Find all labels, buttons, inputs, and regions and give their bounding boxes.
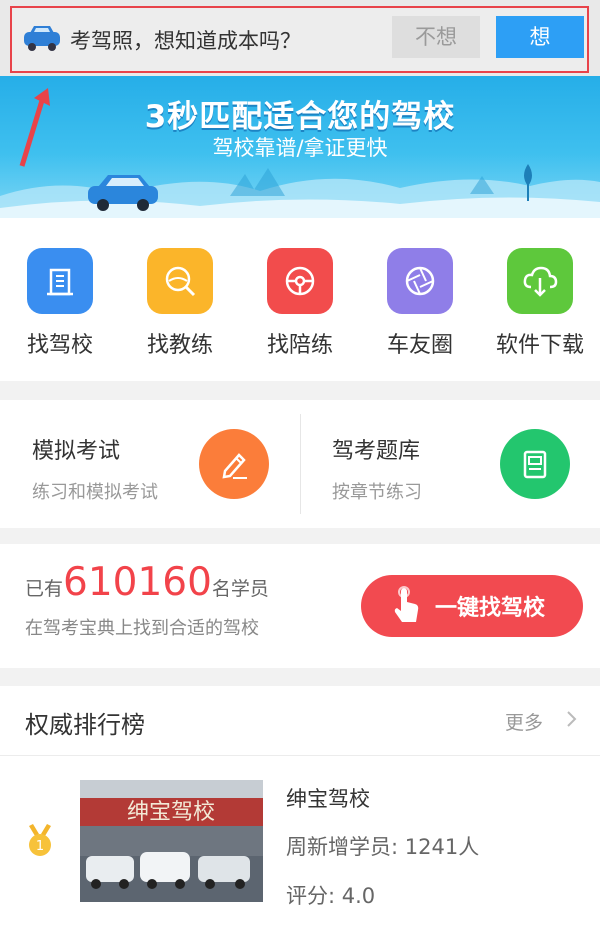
find-school-button[interactable]: 一键找驾校 [361, 575, 583, 637]
gold-medal-icon: 1 [29, 824, 51, 856]
ranking-title: 权威排行榜 [25, 711, 145, 739]
building-icon [27, 248, 93, 314]
students-section: 已有610160名学员 在驾考宝典上找到合适的驾校 一键找驾校 [0, 544, 600, 668]
school-photo: 绅宝驾校 [80, 780, 263, 902]
student-count: 610160 [63, 560, 212, 605]
count-suffix: 名学员 [211, 578, 269, 600]
promo-banner[interactable]: 3秒匹配适合您的驾校 驾校靠谱/拿证更快 [0, 76, 600, 218]
cost-prompt: 考驾照，想知道成本吗？ 不想 想 [10, 6, 589, 73]
more-link[interactable]: 更多 [505, 708, 543, 735]
tap-hand-icon [394, 586, 419, 622]
cloud-download-icon [507, 248, 573, 314]
banner-subtitle: 驾校靠谱/拿证更快 [212, 136, 388, 160]
prompt-text: 考驾照，想知道成本吗？ [70, 29, 301, 53]
nav-car-friends[interactable]: 车友圈 [360, 248, 480, 359]
practice-section: 模拟考试 练习和模拟考试 驾考题库 按章节练习 [0, 400, 600, 528]
pencil-icon [199, 429, 269, 499]
school-score: 评分: 4.0 [286, 884, 376, 908]
mock-exam-desc: 练习和模拟考试 [32, 482, 158, 503]
count-prefix: 已有 [25, 578, 64, 600]
student-count-line: 已有610160名学员 [25, 560, 269, 605]
question-bank-card[interactable]: 驾考题库 按章节练习 [300, 400, 600, 528]
nav-find-coach[interactable]: 找教练 [120, 248, 240, 359]
car-icon [24, 26, 60, 51]
nav-label: 软件下载 [495, 333, 584, 358]
nav-find-school[interactable]: 找驾校 [0, 248, 120, 359]
mock-exam-title: 模拟考试 [32, 439, 121, 464]
school-sign-text: 绅宝驾校 [127, 800, 215, 825]
find-school-label: 一键找驾校 [435, 596, 546, 621]
nav-download[interactable]: 软件下载 [480, 248, 600, 359]
nav-label: 车友圈 [386, 333, 453, 358]
nav-label: 找驾校 [26, 333, 93, 358]
page: 考驾照，想知道成本吗？ 不想 想 3秒匹配适合您的驾校 驾校靠谱/拿证更快 找驾… [0, 0, 600, 925]
yes-button[interactable]: 想 [496, 16, 584, 58]
nav-label: 找陪练 [266, 333, 333, 358]
chevron-right-icon[interactable] [565, 710, 579, 728]
question-bank-desc: 按章节练习 [332, 482, 422, 503]
student-sub: 在驾考宝典上找到合适的驾校 [25, 618, 259, 639]
mock-exam-card[interactable]: 模拟考试 练习和模拟考试 [0, 400, 300, 528]
ranking-header: 权威排行榜 更多 [0, 686, 600, 756]
nav-find-trainer[interactable]: 找陪练 [240, 248, 360, 359]
steering-search-icon [147, 248, 213, 314]
banner-title: 3秒匹配适合您的驾校 [144, 99, 456, 135]
nav-label: 找教练 [146, 333, 213, 358]
quick-nav: 找驾校 找教练 找陪练 车友圈 软件下载 [0, 218, 600, 381]
school-name: 绅宝驾校 [286, 787, 370, 811]
ranking-section: 权威排行榜 更多 1 绅宝驾校 绅宝驾校 周新增学员: 1241人 评分: 4.… [0, 686, 600, 925]
book-icon [500, 429, 570, 499]
no-button[interactable]: 不想 [392, 16, 480, 58]
steering-wheel-icon [267, 248, 333, 314]
aperture-icon [387, 248, 453, 314]
cost-prompt-bar: 考驾照，想知道成本吗？ 不想 想 [0, 0, 600, 76]
weekly-new-students: 周新增学员: 1241人 [286, 835, 480, 859]
question-bank-title: 驾考题库 [332, 439, 421, 464]
rank-number: 1 [36, 839, 44, 854]
